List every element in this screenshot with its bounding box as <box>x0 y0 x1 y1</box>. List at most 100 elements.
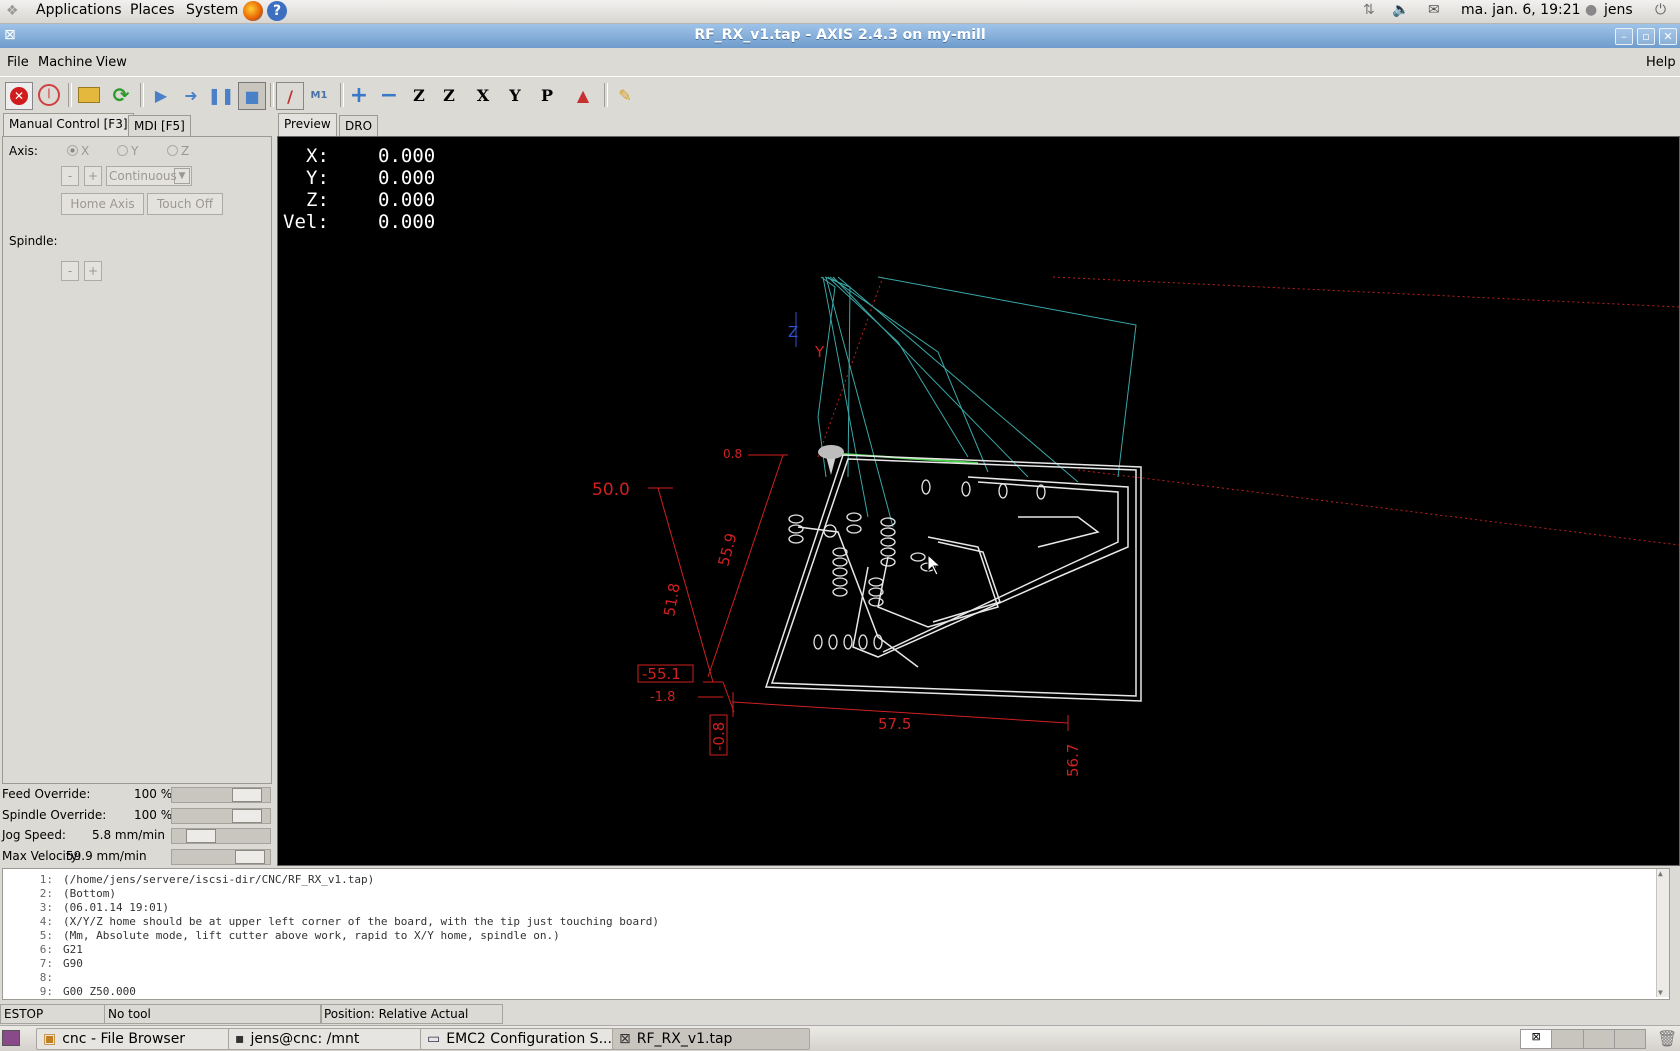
spindle-plus-button[interactable]: + <box>84 261 102 281</box>
system-menu[interactable]: System <box>186 2 238 18</box>
stop-icon[interactable]: ■ <box>238 82 266 110</box>
reload-icon[interactable]: ⟳ <box>108 82 134 108</box>
workspace-2[interactable] <box>1552 1030 1584 1048</box>
menu-machine[interactable]: Machine <box>38 55 92 70</box>
jog-mode-select[interactable]: Continuous ▼ <box>106 166 192 186</box>
applications-menu[interactable]: Applications <box>36 2 122 18</box>
dim-55-9: 55.9 <box>714 531 740 568</box>
code-line[interactable]: 5: (Mm, Absolute mode, lift cutter above … <box>3 929 560 942</box>
view-p-icon[interactable]: P <box>534 82 560 108</box>
gnome-foot-icon[interactable]: ❖ <box>6 3 22 19</box>
workspace-switcher[interactable]: ⊠ <box>1520 1029 1646 1049</box>
maximize-icon[interactable]: ▫ <box>1637 28 1655 45</box>
menu-help[interactable]: Help <box>1646 55 1676 70</box>
spindle-minus-button[interactable]: - <box>61 261 79 281</box>
mail-icon[interactable]: ✉ <box>1428 2 1440 18</box>
jog-minus-button[interactable]: - <box>61 166 79 186</box>
scroll-up-icon[interactable]: ▲ <box>1658 869 1663 878</box>
status-tool: No tool <box>104 1004 322 1024</box>
optional-stop-icon[interactable]: M1 <box>306 82 332 108</box>
code-line[interactable]: 7: G90 <box>3 957 83 970</box>
code-line[interactable]: 4: (X/Y/Z home should be at upper left co… <box>3 915 659 928</box>
task-terminal[interactable]: ▪ jens@cnc: /mnt <box>228 1028 424 1050</box>
max-velocity-thumb[interactable] <box>235 850 265 864</box>
toolpath-plot: 50.0 0.8 55.9 51.8 -55.1 -1.8 -0.8 57.5 … <box>592 276 1679 777</box>
power-icon[interactable]: ⏻ <box>1655 2 1666 18</box>
trash-icon[interactable]: 🗑 <box>1657 1029 1677 1048</box>
spindle-override-slider[interactable] <box>171 808 271 824</box>
block-delete-icon[interactable]: / <box>276 82 304 110</box>
manual-control-panel: Axis: X Y Z - + Continuous ▼ Home Axis T… <box>2 136 272 784</box>
dim-50-0: 50.0 <box>592 480 630 500</box>
volume-icon[interactable]: 🔈 <box>1392 2 1409 18</box>
open-file-icon[interactable] <box>76 82 102 108</box>
tab-manual-control[interactable]: Manual Control [F3] <box>3 113 134 136</box>
places-menu[interactable]: Places <box>130 2 175 18</box>
gcode-preview-canvas[interactable]: X: 0.000 Y: 0.000 Z: 0.000 Vel: 0.000 50… <box>277 136 1680 866</box>
workspace-1[interactable]: ⊠ <box>1521 1030 1553 1048</box>
spindle-label: Spindle: <box>9 234 58 248</box>
task-file-browser[interactable]: ▣ cnc - File Browser <box>36 1028 232 1050</box>
clock[interactable]: ma. jan. 6, 19:21 <box>1461 2 1581 18</box>
show-desktop-icon[interactable] <box>2 1030 20 1046</box>
machine-power-icon[interactable]: | <box>36 82 62 108</box>
view-y-icon[interactable]: Y <box>502 82 528 108</box>
rotate-view-icon[interactable]: ▲ <box>570 82 596 108</box>
minimize-icon[interactable]: – <box>1615 28 1633 45</box>
menu-view[interactable]: View <box>96 55 127 70</box>
task-emc2-config[interactable]: ▭ EMC2 Configuration S... <box>420 1028 616 1050</box>
view-z2-icon[interactable]: Z <box>436 82 462 108</box>
view-x-icon[interactable]: X <box>470 82 496 108</box>
view-z-icon[interactable]: Z <box>406 82 432 108</box>
close-icon[interactable]: ✕ <box>1659 28 1677 45</box>
jog-speed-label: Jog Speed: <box>2 828 66 842</box>
run-icon[interactable]: ▶ <box>148 82 174 108</box>
dim-neg-0-8: -0.8 <box>710 722 728 751</box>
jog-plus-button[interactable]: + <box>84 166 102 186</box>
mouse-cursor <box>927 553 942 576</box>
status-position: Position: Relative Actual <box>320 1004 503 1024</box>
axis-y-radio[interactable]: Y <box>117 144 138 158</box>
axis-x-radio[interactable]: X <box>67 144 89 158</box>
task-axis[interactable]: ⊠ RF_RX_v1.tap <box>612 1028 810 1050</box>
code-line[interactable]: 2: (Bottom) <box>3 887 116 900</box>
network-icon[interactable]: ⇅ <box>1363 2 1375 18</box>
taskbar: ▣ cnc - File Browser ▪ jens@cnc: /mnt ▭ EMC… <box>0 1025 1680 1051</box>
code-line[interactable]: 6: G21 <box>3 943 83 956</box>
code-line[interactable]: 8: <box>3 971 63 984</box>
code-line[interactable]: 1: (/home/jens/servere/iscsi-dir/CNC/RF_R… <box>3 873 375 886</box>
tab-preview[interactable]: Preview <box>278 113 337 136</box>
gcode-text-pane[interactable]: 1: (/home/jens/servere/iscsi-dir/CNC/RF_R… <box>2 868 1670 1000</box>
tab-dro[interactable]: DRO <box>339 115 379 136</box>
zoom-in-icon[interactable]: + <box>346 82 372 108</box>
code-line[interactable]: 3: (06.01.14 19:01) <box>3 901 169 914</box>
home-axis-button[interactable]: Home Axis <box>61 193 144 215</box>
pause-icon[interactable]: ❚❚ <box>208 82 235 108</box>
help-icon[interactable]: ? <box>267 1 287 21</box>
feed-override-thumb[interactable] <box>232 788 262 802</box>
clear-plot-icon[interactable]: ✎ <box>612 82 638 108</box>
max-velocity-slider[interactable] <box>171 849 271 865</box>
menu-file[interactable]: File <box>7 55 29 70</box>
code-line[interactable]: 9: G00 Z50.000 <box>3 985 136 998</box>
jog-speed-slider[interactable] <box>171 828 271 844</box>
code-scrollbar[interactable]: ▲ ▼ <box>1656 869 1669 997</box>
zoom-out-icon[interactable]: − <box>376 82 402 108</box>
workspace-3[interactable] <box>1583 1030 1615 1048</box>
workspace-4[interactable] <box>1614 1030 1645 1048</box>
user-name[interactable]: jens <box>1604 2 1633 18</box>
step-icon[interactable]: ➜ <box>178 82 204 108</box>
feed-override-slider[interactable] <box>171 787 271 803</box>
estop-icon[interactable]: ✕ <box>5 82 33 110</box>
tab-mdi[interactable]: MDI [F5] <box>128 115 191 136</box>
spindle-override-label: Spindle Override: <box>2 808 107 822</box>
touch-off-button[interactable]: Touch Off <box>147 193 223 215</box>
axis-z-radio[interactable]: Z <box>167 144 189 158</box>
chevron-down-icon: ▼ <box>174 168 190 184</box>
jog-speed-thumb[interactable] <box>186 829 216 843</box>
window-titlebar[interactable]: ⊠ RF_RX_v1.tap - AXIS 2.4.3 on my-mill –… <box>0 24 1680 48</box>
scroll-down-icon[interactable]: ▼ <box>1658 988 1663 997</box>
firefox-icon[interactable] <box>243 1 263 21</box>
spindle-override-thumb[interactable] <box>232 809 262 823</box>
dim-neg-55-1: -55.1 <box>642 665 681 683</box>
